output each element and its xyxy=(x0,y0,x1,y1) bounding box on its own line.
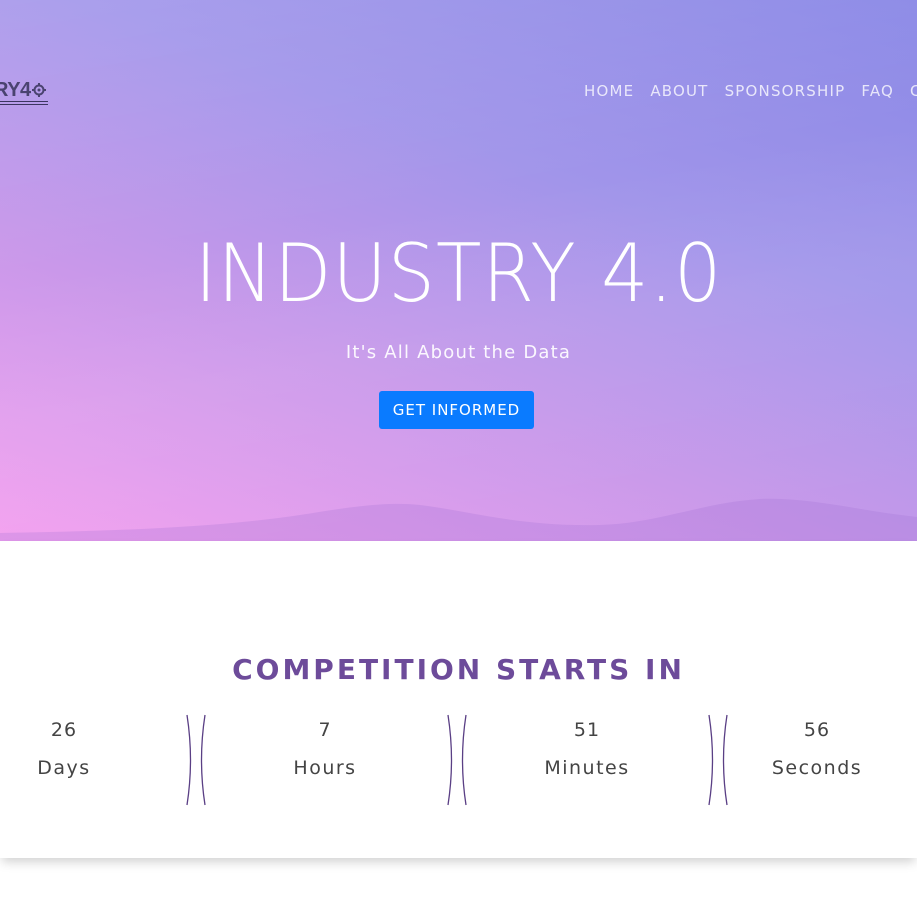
nav-about[interactable]: ABOUT xyxy=(650,82,708,100)
logo-text: RY4 xyxy=(0,78,31,101)
gear-icon xyxy=(31,83,46,97)
main-nav: HOME ABOUT SPONSORSHIP FAQ C xyxy=(584,82,917,100)
hero-banner: RY4 HOME ABOUT SPONSORSHIP FAQ C INDUSTR… xyxy=(0,0,917,541)
countdown-minutes: 51 Minutes xyxy=(487,711,687,779)
countdown-seconds-value: 56 xyxy=(803,719,831,741)
countdown-divider xyxy=(447,714,467,806)
countdown-heading: COMPETITION STARTS IN xyxy=(232,653,685,686)
nav-sponsorship[interactable]: SPONSORSHIP xyxy=(725,82,846,100)
nav-contact[interactable]: C xyxy=(910,82,917,100)
countdown-minutes-value: 51 xyxy=(573,719,601,741)
countdown-seconds-label: Seconds xyxy=(771,757,863,779)
countdown-days-label: Days xyxy=(37,757,91,779)
get-informed-button[interactable]: GET INFORMED xyxy=(379,391,534,429)
site-logo[interactable]: RY4 xyxy=(0,74,48,106)
nav-home[interactable]: HOME xyxy=(584,82,634,100)
countdown-hours: 7 Hours xyxy=(225,711,425,779)
countdown-seconds: 56 Seconds xyxy=(717,711,917,779)
countdown-section: COMPETITION STARTS IN 26 Days 7 Hours 51… xyxy=(0,541,917,858)
countdown-hours-label: Hours xyxy=(293,757,357,779)
hero-subtitle: It's All About the Data xyxy=(345,342,572,363)
nav-faq[interactable]: FAQ xyxy=(861,82,894,100)
logo-underline xyxy=(0,101,48,105)
countdown-divider xyxy=(186,714,206,806)
hero-title: INDUSTRY 4.0 xyxy=(194,227,723,320)
countdown-days-value: 26 xyxy=(50,719,78,741)
countdown-hours-value: 7 xyxy=(318,719,332,741)
countdown-days: 26 Days xyxy=(0,711,164,779)
countdown-minutes-label: Minutes xyxy=(544,757,630,779)
mountain-silhouette xyxy=(0,498,917,541)
